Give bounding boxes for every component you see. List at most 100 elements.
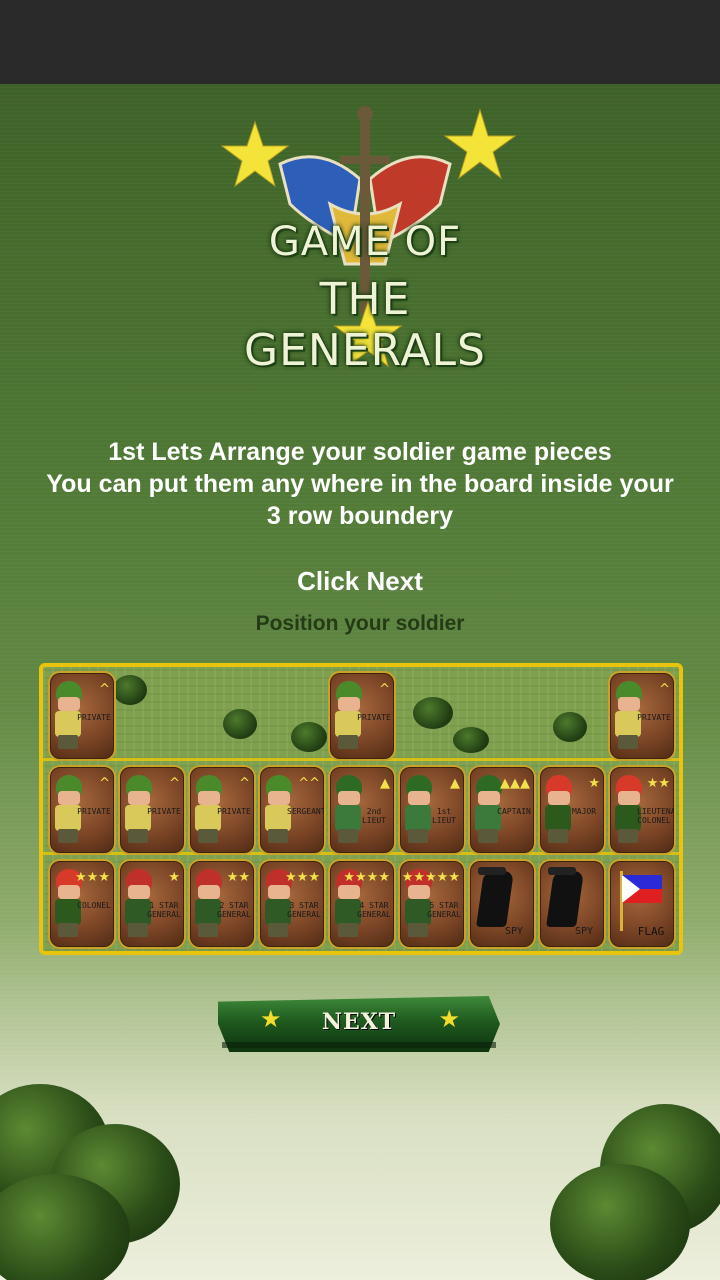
game-piece-flag[interactable]: FLAG: [608, 859, 676, 949]
soldier-face: [58, 885, 80, 899]
piece-rank-label: PRIVATE: [637, 713, 671, 722]
soldier-face: [338, 885, 360, 899]
next-button[interactable]: ★ ★ NEXT: [218, 996, 500, 1052]
soldier-face: [408, 791, 430, 805]
soldier-legs: [128, 923, 148, 937]
piece-rank-label: 3 STAR GENERAL: [287, 901, 321, 919]
logo-title-line1: GAME OF: [268, 219, 462, 265]
game-piece-soldier[interactable]: ^ PRIVATE: [188, 765, 256, 855]
game-piece-redhead[interactable]: ★★★ COLONEL: [48, 859, 116, 949]
soldier-legs: [338, 735, 358, 749]
soldier-legs: [268, 923, 288, 937]
piece-rank-label: 1st LIEUT: [431, 807, 457, 825]
soldier-face: [198, 791, 220, 805]
rank-insignia-icon: ★★★: [285, 870, 320, 885]
rank-insignia-icon: ★★: [646, 776, 670, 791]
piece-rank-label: LIEUTENANT COLONEL: [637, 807, 676, 825]
piece-rank-label: PRIVATE: [357, 713, 391, 722]
rank-insignia-icon: ★★★: [75, 870, 110, 885]
rank-insignia-icon: ★★★★★: [401, 870, 460, 885]
game-piece-soldier[interactable]: ^ PRIVATE: [48, 765, 116, 855]
soldier-legs: [268, 829, 288, 843]
rank-insignia-icon: ★: [168, 870, 180, 885]
bush-decoration: [553, 712, 587, 742]
click-next-heading: Click Next: [297, 566, 423, 596]
piece-rank-label: PRIVATE: [77, 807, 111, 816]
game-piece-soldier[interactable]: ^^ SERGEANT: [258, 765, 326, 855]
piece-rank-label: MAJOR: [571, 807, 597, 816]
rank-insignia-icon: ^: [169, 776, 180, 791]
game-piece-general[interactable]: ★★★★ 4 STAR GENERAL: [328, 859, 396, 949]
rank-insignia-icon: ▲: [450, 776, 460, 791]
game-piece-officer[interactable]: ▲▲▲ CAPTAIN: [468, 765, 536, 855]
soldier-face: [198, 885, 220, 899]
game-piece-general[interactable]: ★ 1 STAR GENERAL: [118, 859, 186, 949]
piece-rank-label: 4 STAR GENERAL: [357, 901, 391, 919]
rank-insignia-icon: ★★★★: [343, 870, 390, 885]
soldier-legs: [128, 829, 148, 843]
game-piece-officer[interactable]: ▲ 1st LIEUT: [398, 765, 466, 855]
soldier-legs: [618, 829, 638, 843]
soldier-legs: [338, 829, 358, 843]
piece-rank-label: 2 STAR GENERAL: [217, 901, 251, 919]
rank-insignia-icon: ^: [659, 682, 670, 697]
flag-triangle: [622, 875, 640, 903]
soldier-legs: [58, 923, 78, 937]
game-piece-redhead[interactable]: ★ MAJOR: [538, 765, 606, 855]
game-piece-spy[interactable]: SPY: [538, 859, 606, 949]
rank-insignia-icon: ^: [239, 776, 250, 791]
bush-decoration: [291, 722, 327, 752]
next-button-label: NEXT: [321, 1009, 397, 1035]
game-piece-soldier[interactable]: ^ PRIVATE: [328, 671, 396, 761]
rank-insignia-icon: ▲: [380, 776, 390, 791]
piece-rank-label: 2nd LIEUT: [361, 807, 387, 825]
piece-rank-label: CAPTAIN: [497, 807, 531, 816]
bush-decoration: [413, 697, 453, 729]
spy-figure-icon: [546, 871, 584, 927]
instruction-line: 3 row boundery: [266, 502, 454, 530]
game-piece-soldier[interactable]: ^ PRIVATE: [608, 671, 676, 761]
game-screen: GAME OF THE GENERALS 1st Lets Arrange yo…: [0, 84, 720, 1280]
soldier-face: [548, 791, 570, 805]
soldier-face: [268, 885, 290, 899]
piece-rank-label: FLAG: [637, 925, 665, 938]
soldier-legs: [58, 829, 78, 843]
rank-insignia-icon: ★★: [226, 870, 250, 885]
game-piece-soldier[interactable]: ^ PRIVATE: [118, 765, 186, 855]
game-piece-general[interactable]: ★★ 2 STAR GENERAL: [188, 859, 256, 949]
game-piece-spy[interactable]: SPY: [468, 859, 536, 949]
soldier-face: [618, 791, 640, 805]
piece-rank-label: PRIVATE: [217, 807, 251, 816]
game-piece-soldier[interactable]: ^ PRIVATE: [48, 671, 116, 761]
game-piece-general[interactable]: ★★★ 3 STAR GENERAL: [258, 859, 326, 949]
spy-hat-icon: [478, 867, 506, 875]
spy-figure-icon: [476, 871, 514, 927]
tree-decoration: [550, 1164, 690, 1280]
position-subtitle: Position your soldier: [255, 612, 465, 635]
soldier-legs: [478, 829, 498, 843]
rank-insignia-icon: ^: [379, 682, 390, 697]
game-piece-redhead[interactable]: ★★ LIEUTENANT COLONEL: [608, 765, 676, 855]
soldier-face: [408, 885, 430, 899]
soldier-legs: [198, 923, 218, 937]
soldier-legs: [408, 923, 428, 937]
piece-rank-label: 1 STAR GENERAL: [147, 901, 181, 919]
game-piece-officer[interactable]: ▲ 2nd LIEUT: [328, 765, 396, 855]
piece-rank-label: PRIVATE: [77, 713, 111, 722]
bush-decoration: [453, 727, 489, 753]
soldier-face: [128, 791, 150, 805]
piece-rank-label: SPY: [574, 926, 594, 937]
logo-title-line2: THE GENERALS: [244, 274, 486, 376]
soldier-face: [478, 791, 500, 805]
game-piece-general[interactable]: ★★★★★ 5 STAR GENERAL: [398, 859, 466, 949]
soldier-face: [338, 697, 360, 711]
piece-rank-label: SERGEANT: [287, 807, 326, 816]
game-board[interactable]: ^ PRIVATE ^ PRIVATE ^ PRIVATE ^ PRIVATE ^ PRIVATE…: [39, 663, 683, 955]
instruction-line: 1st Lets Arrange your soldier game piece…: [108, 438, 612, 466]
game-logo: GAME OF THE GENERALS: [210, 104, 520, 376]
rank-insignia-icon: ^: [99, 776, 110, 791]
spy-hat-icon: [548, 867, 576, 875]
soldier-legs: [338, 923, 358, 937]
soldier-legs: [618, 735, 638, 749]
soldier-face: [58, 791, 80, 805]
